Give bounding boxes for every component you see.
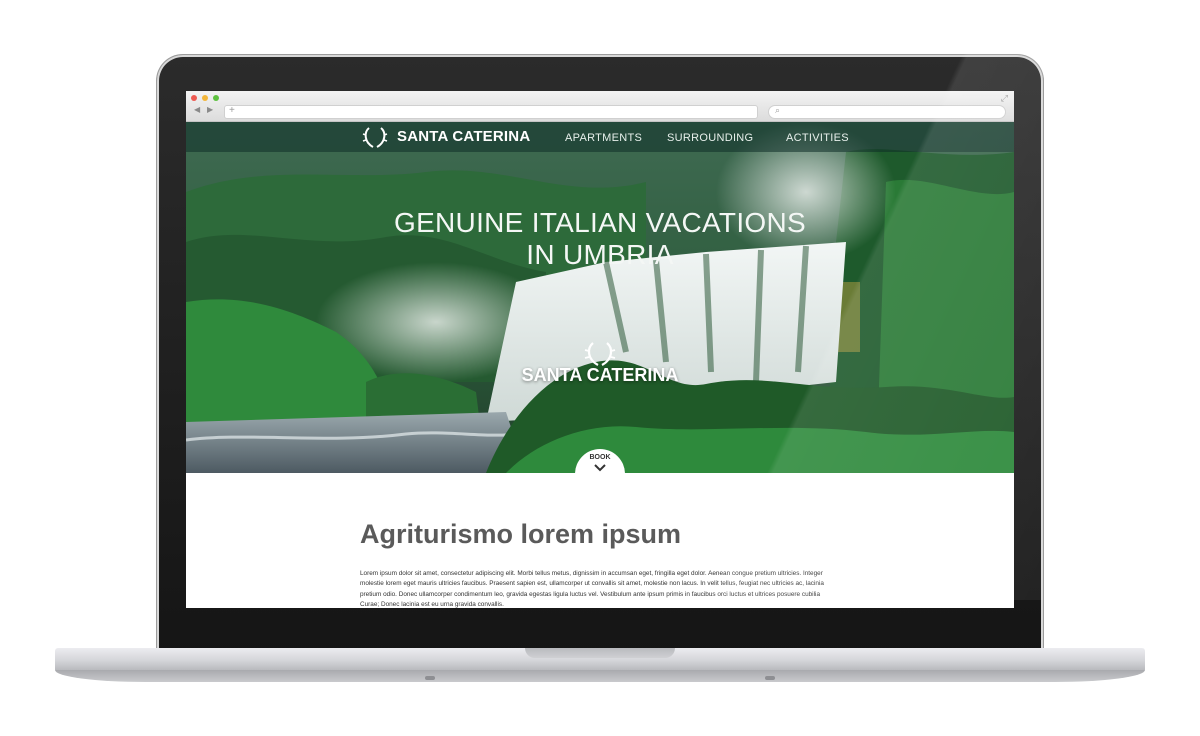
laurel-logo-icon[interactable] <box>360 125 390 151</box>
new-tab-icon[interactable]: + <box>229 105 235 116</box>
laurel-emblem-icon <box>584 342 616 366</box>
nav-link-activities[interactable]: ACTIVITIES <box>786 132 849 144</box>
hero-section: SANTA CATERINA APARTMENTS SURROUNDING AC… <box>186 122 1014 473</box>
browser-search-field[interactable]: ⌕ <box>768 105 1006 119</box>
minimize-window-button[interactable] <box>202 95 208 101</box>
intro-section: Agriturismo lorem ipsum Lorem ipsum dolo… <box>186 473 1014 608</box>
fullscreen-icon[interactable]: ⤢ <box>1001 93 1008 104</box>
laptop-screen: ◀ ▶ + ⌕ ⤢ SANTA CATERINA APARTMENTS SURR… <box>186 91 1014 608</box>
back-arrow-icon[interactable]: ◀ <box>194 105 200 115</box>
hero-headline-line-1: GENUINE ITALIAN VACATIONS <box>393 206 806 238</box>
close-window-button[interactable] <box>191 95 197 101</box>
section-title: Agriturismo lorem ipsum <box>360 519 682 549</box>
nav-link-apartments[interactable]: APARTMENTS <box>565 132 642 144</box>
forward-arrow-icon[interactable]: ▶ <box>207 105 213 115</box>
laptop-opening-notch <box>525 648 675 658</box>
section-body-text: Lorem ipsum dolor sit amet, consectetur … <box>360 570 824 608</box>
waterfall-hero-image <box>186 122 1014 473</box>
address-bar[interactable]: + <box>224 105 758 119</box>
browser-toolbar: ◀ ▶ + ⌕ ⤢ <box>186 91 1014 122</box>
nav-link-surrounding[interactable]: SURROUNDING <box>667 132 753 144</box>
search-icon: ⌕ <box>775 105 781 115</box>
chevron-down-icon <box>594 464 606 472</box>
hero-headline: GENUINE ITALIAN VACATIONS IN UMBRIA <box>186 207 1014 271</box>
hero-headline-line-2: IN UMBRIA <box>526 238 674 270</box>
site-navigation: SANTA CATERINA APARTMENTS SURROUNDING AC… <box>186 122 1014 152</box>
laptop-base-edge <box>55 670 1145 682</box>
brand-name-link[interactable]: SANTA CATERINA <box>397 128 530 145</box>
laptop-foot <box>425 676 435 680</box>
zoom-window-button[interactable] <box>213 95 219 101</box>
book-button-label: BOOK <box>589 454 611 461</box>
laptop-foot <box>765 676 775 680</box>
hero-brand-name: SANTA CATERINA <box>521 365 679 385</box>
